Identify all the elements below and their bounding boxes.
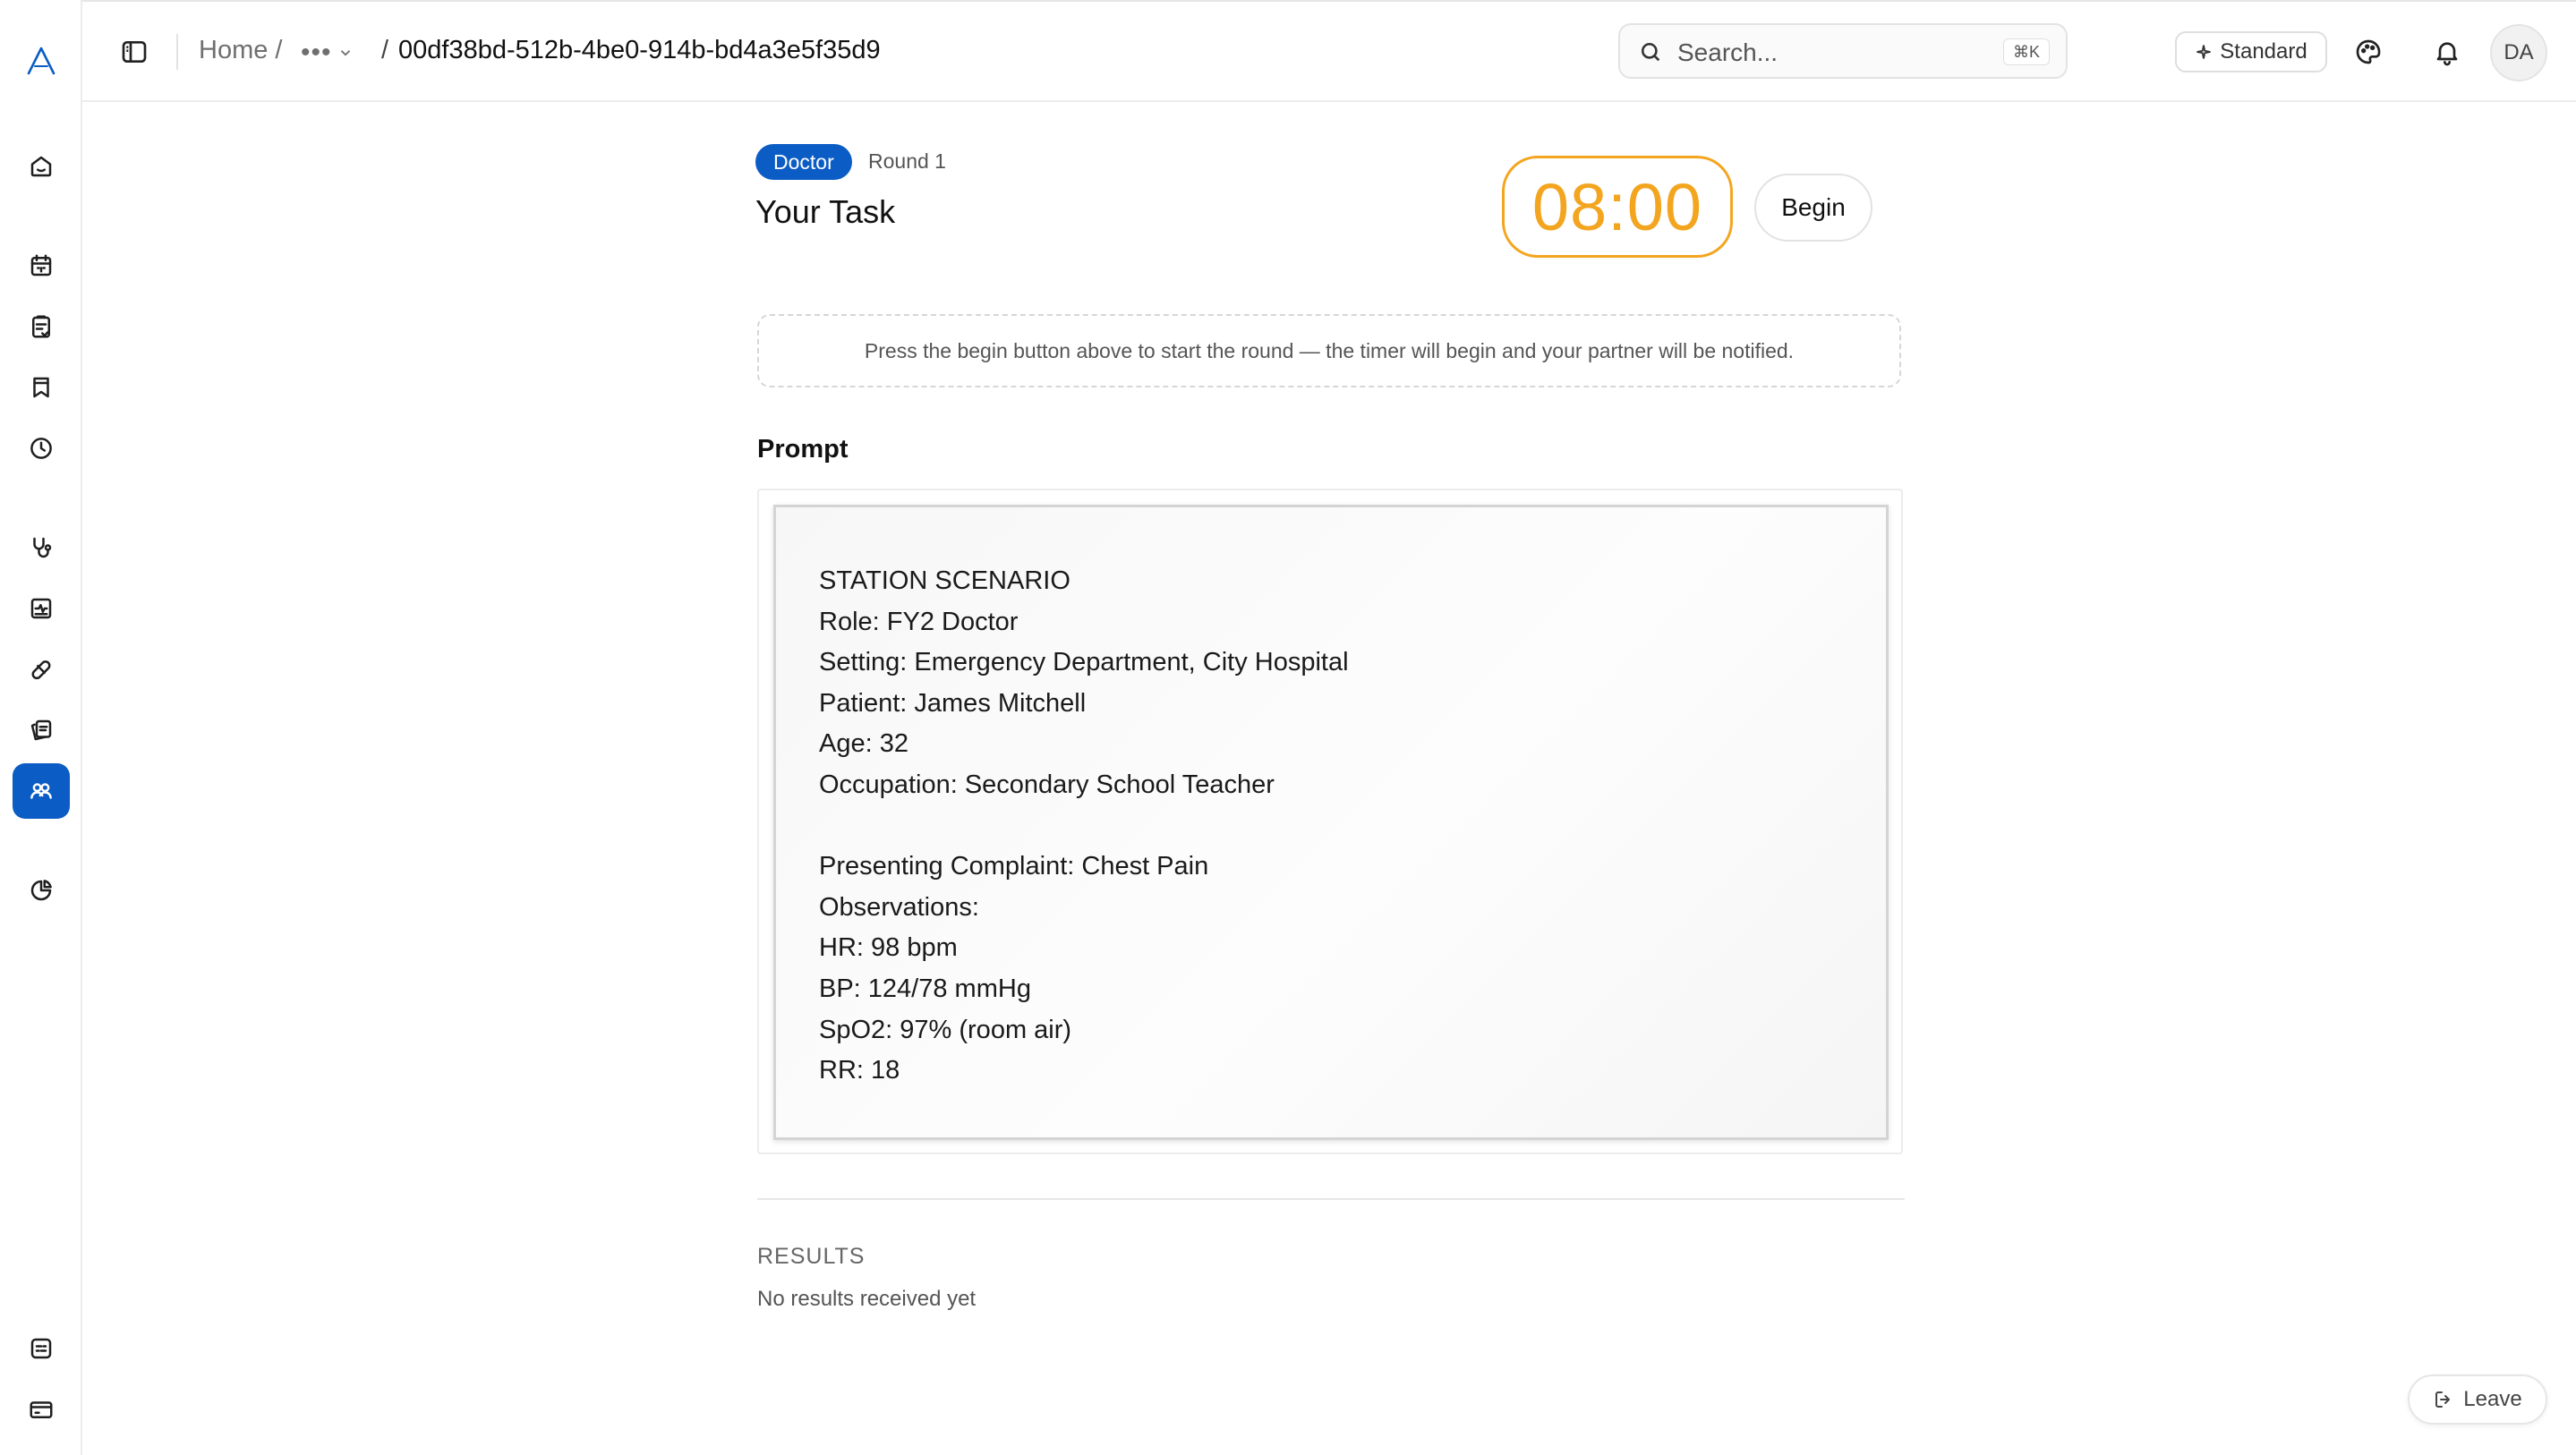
prompt-line: Patient: James Mitchell: [819, 688, 1087, 718]
app-logo[interactable]: [23, 43, 59, 79]
section-divider: [757, 1198, 1905, 1200]
sidebar-item-flashcards[interactable]: [13, 702, 70, 758]
round-label: Round 1: [868, 149, 946, 173]
sidebar-toggle-icon: [122, 41, 147, 63]
home-icon: [30, 156, 52, 177]
sidebar: [0, 0, 82, 1455]
palette-icon: [2356, 39, 2381, 64]
search-placeholder: Search...: [1677, 38, 1778, 66]
more-icon: •••: [301, 38, 332, 67]
sidebar-item-calendar[interactable]: [13, 238, 70, 294]
sidebar-item-analytics[interactable]: [13, 863, 70, 918]
countdown-timer: 08:00: [1502, 156, 1733, 258]
prompt-line: Occupation: Secondary School Teacher: [819, 770, 1275, 799]
activity-icon: [30, 598, 52, 619]
mode-standard-button[interactable]: Standard: [2175, 31, 2327, 72]
prompt-card: STATION SCENARIO Role: FY2 Doctor Settin…: [773, 505, 1889, 1140]
avatar[interactable]: DA: [2490, 24, 2547, 81]
sidebar-item-clipboard[interactable]: [13, 299, 70, 354]
prompt-line: Observations:: [819, 892, 979, 922]
pie-chart-icon: [30, 880, 52, 901]
search-input[interactable]: Search... ⌘K: [1618, 23, 2068, 79]
bell-icon: [2436, 42, 2458, 66]
bookmark-icon: [33, 377, 49, 398]
breadcrumb-separator: /: [381, 36, 389, 64]
cards-icon: [30, 719, 52, 741]
prompt-line: BP: 124/78 mmHg: [819, 974, 1031, 1003]
breadcrumb-more-dropdown[interactable]: •••: [301, 38, 354, 68]
begin-notice: Press the begin button above to start th…: [757, 314, 1901, 387]
sidebar-item-bookmark[interactable]: [13, 360, 70, 415]
results-empty-state: No results received yet: [757, 1287, 977, 1311]
calendar-icon: [30, 254, 52, 277]
search-shortcut: ⌘K: [2002, 38, 2050, 65]
prompt-heading: Prompt: [757, 435, 849, 464]
begin-button[interactable]: Begin: [1754, 174, 1872, 242]
top-bar: Home / ••• / 00df38bd-512b-4be0-914b-bd4…: [82, 0, 2576, 102]
prompt-line: SpO2: 97% (room air): [819, 1015, 1072, 1044]
logout-icon: [2435, 1391, 2451, 1408]
prompt-line: RR: 18: [819, 1056, 900, 1085]
sidebar-item-history[interactable]: [13, 421, 70, 476]
sidebar-item-home[interactable]: [13, 139, 70, 194]
role-badge: Doctor: [755, 144, 852, 180]
pill-icon: [31, 660, 51, 680]
results-heading: RESULTS: [757, 1244, 866, 1269]
search-icon: [1641, 42, 1660, 62]
leave-button[interactable]: Leave: [2408, 1374, 2547, 1425]
sidebar-item-stethoscope[interactable]: [13, 520, 70, 575]
theme-button[interactable]: [2350, 34, 2386, 70]
sidebar-toggle-button[interactable]: [116, 34, 152, 70]
logs-icon: [30, 1338, 52, 1359]
breadcrumb-home[interactable]: Home /: [199, 36, 282, 65]
chevron-down-icon: [340, 50, 350, 56]
prompt-line: [819, 806, 1349, 847]
prompt-line: Setting: Emergency Department, City Hosp…: [819, 648, 1349, 677]
stethoscope-icon: [33, 537, 52, 558]
prompt-line: Role: FY2 Doctor: [819, 607, 1019, 636]
leave-label: Leave: [2463, 1387, 2522, 1411]
clock-icon: [30, 438, 52, 459]
sidebar-item-monitor[interactable]: [13, 581, 70, 636]
sparkle-icon: [2196, 45, 2211, 59]
sidebar-item-billing[interactable]: [13, 1382, 70, 1437]
prompt-line: Age: 32: [819, 729, 908, 759]
prompt-line: STATION SCENARIO: [819, 566, 1070, 595]
toolbar-divider: [176, 34, 178, 70]
prompt-line: Presenting Complaint: Chest Pain: [819, 852, 1209, 881]
prompt-line: HR: 98 bpm: [819, 933, 958, 963]
card-icon: [30, 1401, 53, 1418]
page-title: Your Task: [755, 193, 896, 230]
users-icon: [30, 783, 52, 799]
prompt-panel: STATION SCENARIO Role: FY2 Doctor Settin…: [757, 489, 1903, 1154]
prompt-text: STATION SCENARIO Role: FY2 Doctor Settin…: [819, 561, 1349, 1092]
clipboard-icon: [32, 315, 50, 338]
sidebar-item-medication[interactable]: [13, 642, 70, 697]
sidebar-item-logs[interactable]: [13, 1321, 70, 1376]
breadcrumb-current: 00df38bd-512b-4be0-914b-bd4a3e5f35d9: [398, 36, 881, 64]
notifications-button[interactable]: [2429, 34, 2465, 70]
mode-label: Standard: [2220, 39, 2307, 64]
sidebar-item-partners[interactable]: [13, 763, 70, 819]
